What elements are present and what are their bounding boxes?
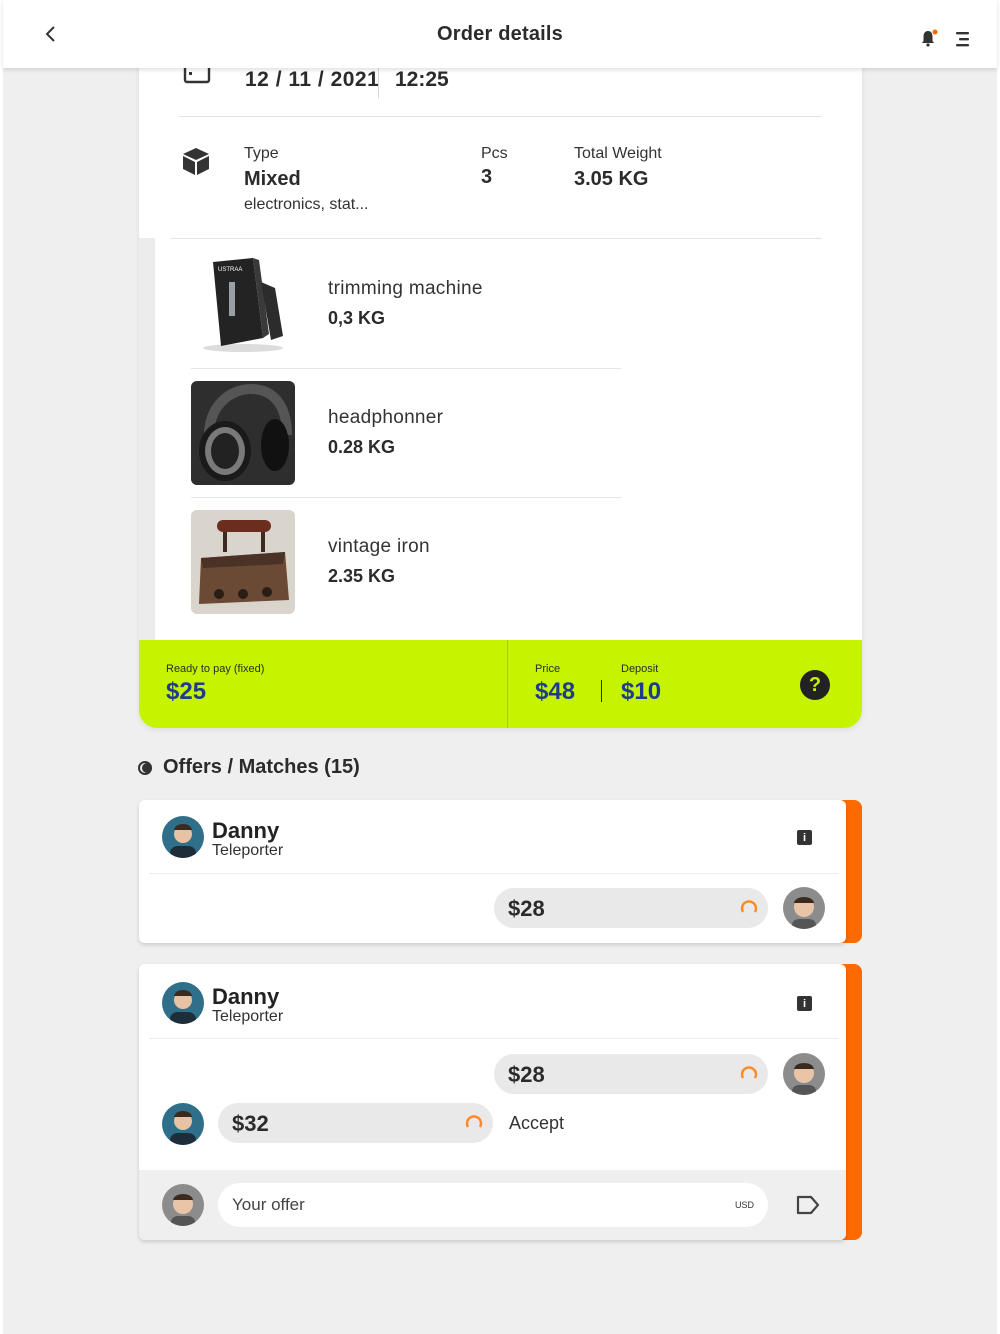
item-thumbnail-brand-text: USTRAA	[218, 267, 242, 273]
total-weight-value: 3.05 KG	[574, 168, 649, 190]
divider	[191, 368, 621, 369]
item-thumbnail: USTRAA	[191, 252, 295, 356]
page-title: Order details	[437, 22, 563, 45]
divider	[191, 497, 621, 498]
deposit-value: $10	[621, 678, 662, 705]
pcs-value: 3	[481, 166, 493, 188]
list-item[interactable]: headphonner 0.28 KG	[191, 381, 621, 485]
back-arrow-icon[interactable]	[39, 22, 63, 46]
item-name: headphonner	[328, 407, 444, 428]
currency-label: USD	[735, 1200, 755, 1210]
pending-spinner-icon	[465, 1115, 483, 1128]
list-item[interactable]: vintage iron 2.35 KG	[191, 510, 621, 614]
menu-icon[interactable]	[953, 30, 973, 48]
offer-amount-pill: $28	[494, 888, 768, 928]
divider	[171, 238, 822, 239]
item-thumbnail	[191, 510, 295, 614]
offer-amount-pill: $28	[494, 1054, 768, 1094]
info-icon[interactable]: i	[797, 830, 812, 845]
item-weight: 0.28 KG	[328, 437, 396, 457]
pending-spinner-icon	[740, 1066, 758, 1079]
divider	[179, 116, 822, 117]
avatar[interactable]	[162, 982, 204, 1024]
payment-summary-bar: Ready to pay (fixed) $25 Price $48 Depos…	[139, 640, 862, 728]
accept-button[interactable]: Accept	[509, 1113, 564, 1134]
send-offer-tag-icon[interactable]	[795, 1194, 821, 1216]
item-name: trimming machine	[328, 278, 483, 299]
price-deposit-divider	[601, 680, 602, 702]
offer-card[interactable]: Danny Teleporter i $28 $32 Accept USD	[139, 964, 862, 1240]
type-description: electronics, stat...	[244, 196, 369, 213]
total-weight-label: Total Weight	[574, 145, 662, 162]
offer-user-role: Teleporter	[212, 1008, 284, 1025]
pending-spinner-icon	[740, 900, 758, 913]
offer-user-role: Teleporter	[212, 842, 284, 859]
counter-offer-amount: $32	[232, 1111, 269, 1136]
avatar[interactable]	[783, 1053, 825, 1095]
payment-divider	[507, 640, 508, 728]
order-card: 12 / 11 / 2021 12:25 Type Mixed electron…	[139, 0, 862, 728]
item-thumbnail	[191, 381, 295, 485]
offer-amount: $28	[508, 896, 545, 921]
offer-card-body: Danny Teleporter i $28 $32 Accept USD	[139, 964, 846, 1240]
price-value: $48	[535, 678, 576, 705]
offer-card[interactable]: Danny Teleporter i $28	[139, 800, 862, 943]
app-header: Order details	[3, 0, 997, 68]
ready-to-pay-value: $25	[166, 678, 207, 705]
divider	[149, 1038, 839, 1039]
item-name: vintage iron	[328, 536, 430, 557]
divider	[149, 873, 839, 874]
item-weight: 2.35 KG	[328, 566, 396, 586]
type-label: Type	[244, 145, 279, 162]
avatar[interactable]	[162, 1103, 204, 1145]
offer-amount: $28	[508, 1062, 545, 1087]
your-offer-input[interactable]	[218, 1183, 768, 1227]
item-weight: 0,3 KG	[328, 308, 386, 328]
avatar[interactable]	[162, 816, 204, 858]
info-icon[interactable]: i	[797, 996, 812, 1011]
price-label: Price	[535, 663, 561, 675]
offer-input-bar: USD	[139, 1170, 846, 1240]
offer-user-name: Danny	[212, 818, 280, 843]
order-time: 12:25	[395, 68, 449, 91]
notification-bell-icon[interactable]	[919, 28, 939, 48]
avatar	[162, 1184, 204, 1226]
list-item[interactable]: USTRAA trimming machine 0,3 KG	[191, 252, 621, 356]
avatar[interactable]	[783, 887, 825, 929]
offers-title-text: Offers / Matches (15)	[163, 756, 360, 778]
ready-to-pay-label: Ready to pay (fixed)	[166, 663, 265, 675]
package-cube-icon	[183, 148, 209, 175]
deposit-label: Deposit	[621, 663, 659, 675]
counter-offer-pill: $32	[218, 1103, 493, 1143]
pcs-label: Pcs	[481, 145, 508, 162]
type-value: Mixed	[244, 168, 301, 190]
help-button[interactable]: ?	[800, 670, 830, 700]
offers-icon	[138, 760, 152, 775]
offer-user-name: Danny	[212, 984, 280, 1009]
order-date: 12 / 11 / 2021	[245, 68, 380, 91]
card-side-bar	[139, 238, 155, 640]
offers-section-title: Offers / Matches (15)	[138, 756, 360, 779]
offer-card-body: Danny Teleporter i $28	[139, 800, 846, 943]
